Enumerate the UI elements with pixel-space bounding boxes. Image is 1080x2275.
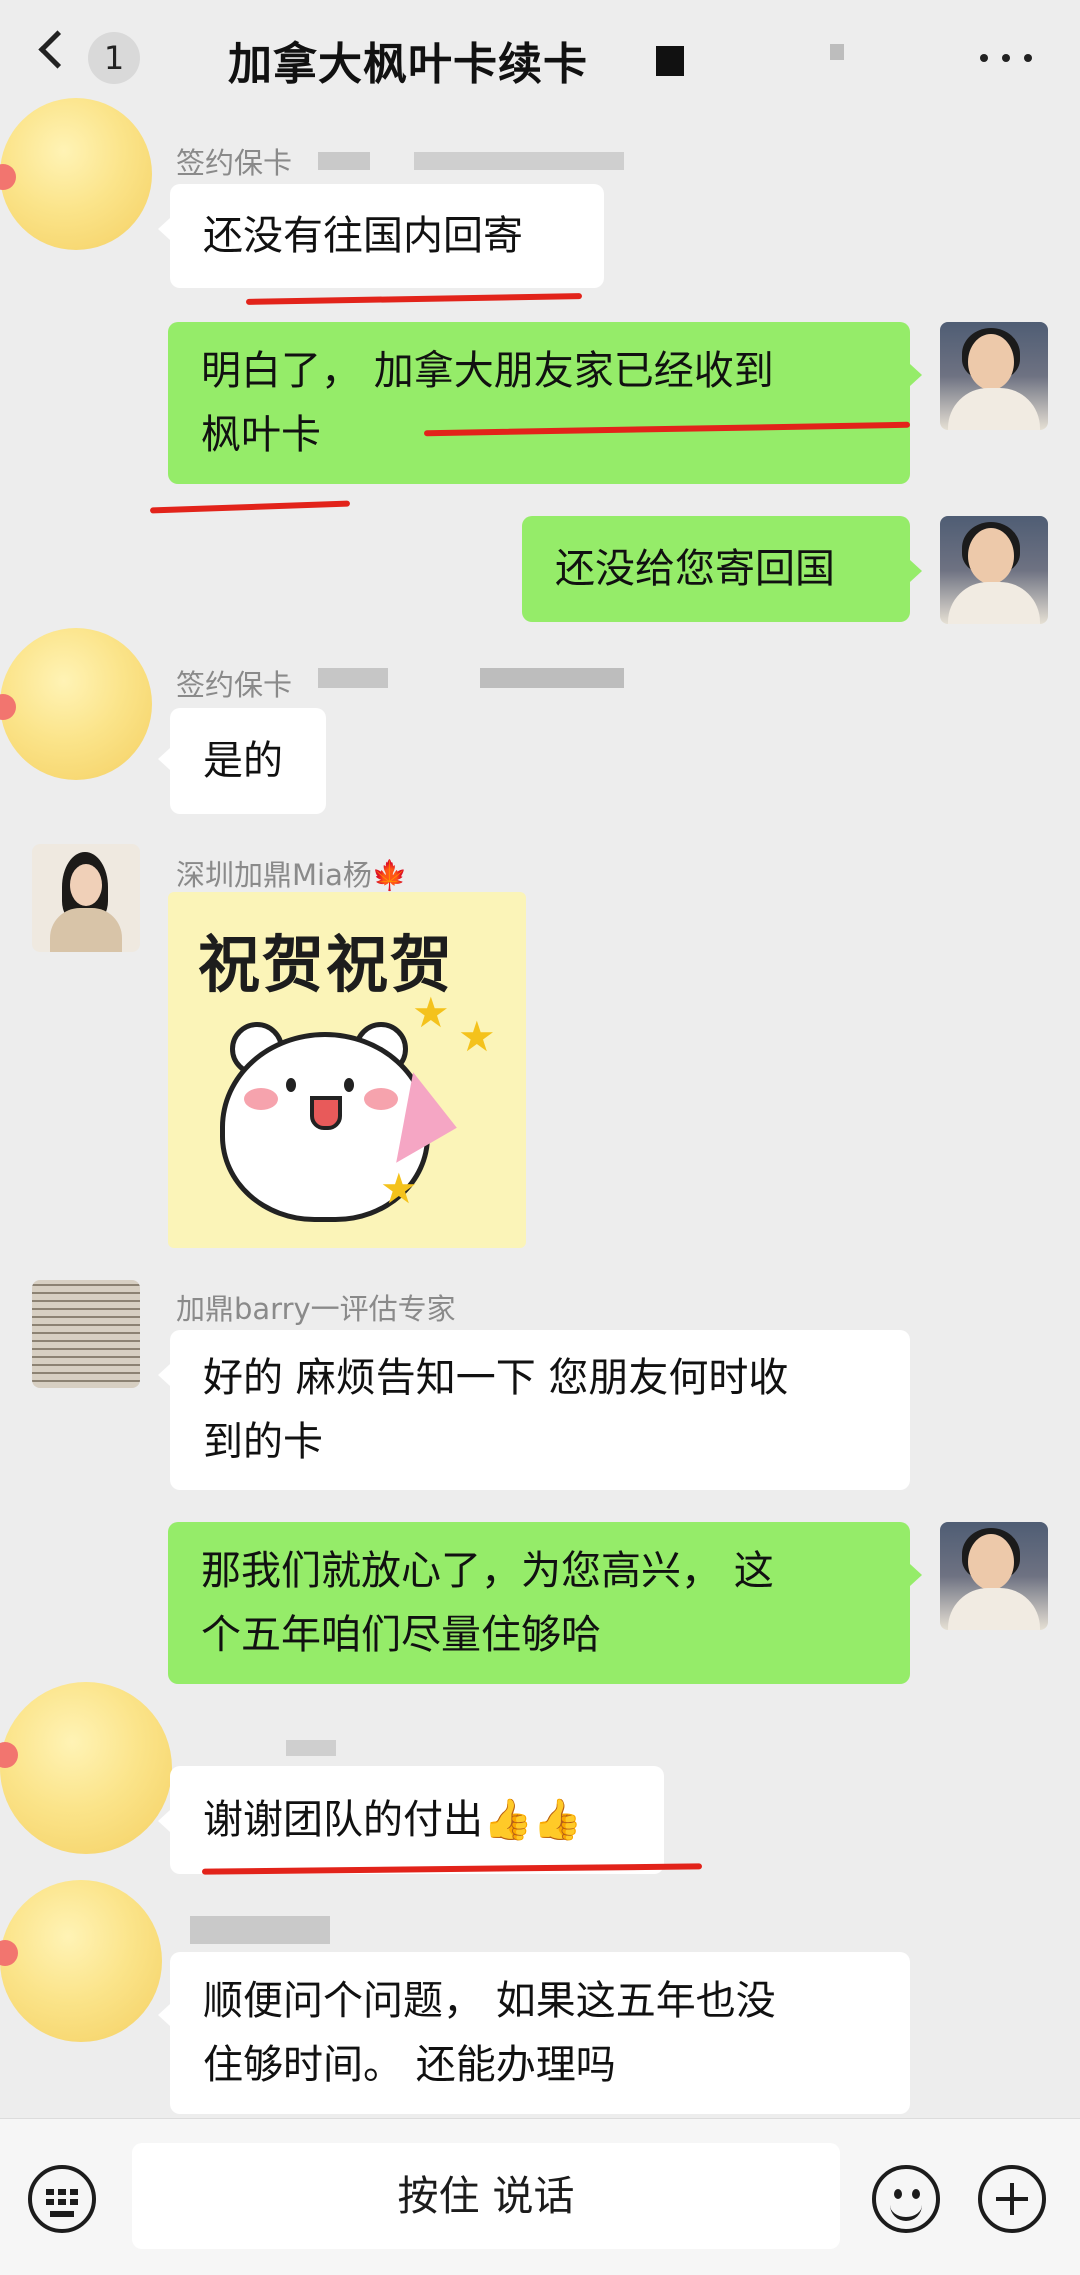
emoji-icon[interactable] [872, 2165, 940, 2233]
calligraphy-avatar[interactable] [32, 1280, 140, 1388]
message-line: 明白了， 加拿大朋友家已经收到 [201, 348, 774, 394]
message-bubble[interactable]: 谢谢团队的付出👍👍 [170, 1766, 664, 1874]
bubble-tail [158, 218, 170, 240]
bubble-tail [158, 1810, 170, 1832]
sender-name-blur [286, 1740, 336, 1756]
self-photo-avatar[interactable] [940, 322, 1048, 430]
chat-title: 加拿大枫叶卡续卡 [228, 39, 588, 90]
smiley-emoji-avatar[interactable] [0, 1682, 172, 1854]
title-blur [830, 44, 844, 60]
sender-name-blur [190, 1916, 330, 1944]
message-line: 到的卡 [203, 1419, 323, 1465]
message-line: 个五年咱们尽量住够哈 [201, 1612, 601, 1658]
star-icon: ★ [412, 988, 450, 1037]
sender-name: 签约保卡 [176, 146, 293, 180]
message-bubble[interactable]: 是的 [170, 708, 326, 814]
sender-name-blur [414, 152, 624, 170]
sender-name-blur [480, 668, 624, 688]
chat-input-bar: 按住 说话 [0, 2118, 1080, 2275]
bubble-tail [158, 2004, 170, 2026]
bubble-tail [910, 364, 922, 386]
message-bubble[interactable]: 还没给您寄回国 [522, 516, 910, 622]
sender-name-blur [318, 152, 370, 170]
message-bubble[interactable]: 那我们就放心了，为您高兴， 这 个五年咱们尽量住够哈 [168, 1522, 910, 1684]
message-bubble[interactable]: 明白了， 加拿大朋友家已经收到 枫叶卡 [168, 322, 910, 484]
sender-name-blur [318, 668, 388, 688]
sender-name: 签约保卡 [176, 668, 293, 702]
hold-to-talk-button[interactable]: 按住 说话 [132, 2143, 840, 2249]
sender-name: 加鼎barry一评估专家 [176, 1292, 456, 1326]
bubble-tail [910, 1564, 922, 1586]
message-line: 好的 麻烦告知一下 您朋友何时收 [203, 1355, 789, 1401]
plus-icon[interactable] [978, 2165, 1046, 2233]
red-underline-annotation [245, 293, 583, 305]
message-bubble[interactable]: 顺便问个问题， 如果这五年也没 住够时间。 还能办理吗 [170, 1952, 910, 2114]
bubble-tail [158, 748, 170, 770]
smiley-emoji-avatar[interactable] [0, 1880, 162, 2042]
bubble-tail [158, 1364, 170, 1386]
smiley-emoji-avatar[interactable] [0, 98, 152, 250]
message-line: 枫叶卡 [201, 412, 321, 458]
message-line: 顺便问个问题， 如果这五年也没 [203, 1978, 776, 2024]
smiley-emoji-avatar[interactable] [0, 628, 152, 780]
bubble-tail [910, 560, 922, 582]
unread-count-badge[interactable]: 1 [88, 32, 140, 84]
sender-name: 深圳加鼎Mia杨🍁 [176, 858, 408, 892]
self-photo-avatar[interactable] [940, 1522, 1048, 1630]
message-line: 住够时间。 还能办理吗 [203, 2042, 616, 2088]
chat-header: 1 加拿大枫叶卡续卡 [0, 0, 1080, 112]
title-redaction [656, 46, 684, 76]
keyboard-icon[interactable] [28, 2165, 96, 2233]
message-bubble[interactable]: 好的 麻烦告知一下 您朋友何时收 到的卡 [170, 1330, 910, 1490]
mia-photo-avatar[interactable] [32, 844, 140, 952]
self-photo-avatar[interactable] [940, 516, 1048, 624]
red-underline-annotation [149, 500, 351, 514]
star-icon: ★ [380, 1164, 418, 1213]
message-line: 那我们就放心了，为您高兴， 这 [201, 1548, 774, 1594]
more-options-icon[interactable] [980, 54, 1032, 62]
celebration-bear-sticker[interactable]: 祝贺祝贺 ★ ★ ★ [168, 892, 526, 1248]
message-bubble[interactable]: 还没有往国内回寄 [170, 184, 604, 288]
back-chevron-icon[interactable] [38, 30, 77, 69]
star-icon: ★ [458, 1012, 496, 1061]
